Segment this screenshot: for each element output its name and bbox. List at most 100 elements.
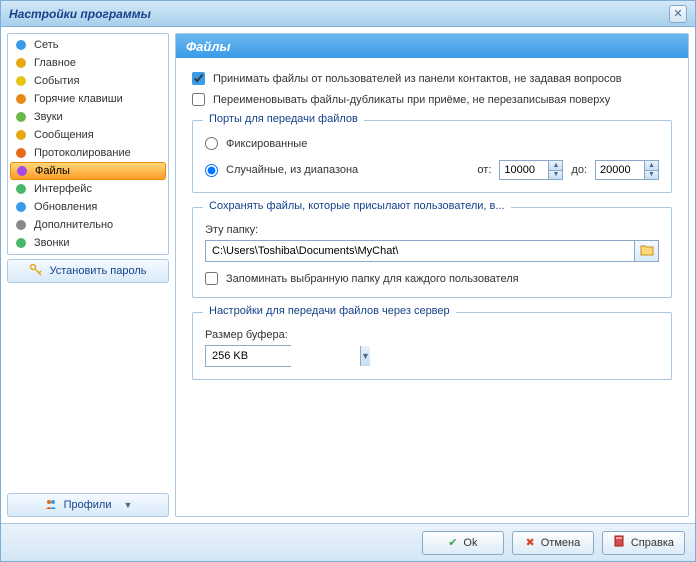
port-from-spinner: ▲ ▼ — [499, 160, 563, 180]
sidebar-item-label: Файлы — [35, 165, 70, 177]
sidebar-item-label: Сеть — [34, 39, 58, 51]
port-to-spinner: ▲ ▼ — [595, 160, 659, 180]
ports-group-title: Порты для передачи файлов — [203, 113, 364, 125]
save-folder-group-title: Сохранять файлы, которые присылают польз… — [203, 200, 511, 212]
port-from-input[interactable] — [500, 161, 548, 179]
nav-icon — [14, 38, 28, 52]
sidebar-item-label: Сообщения — [34, 129, 94, 141]
port-to-down[interactable]: ▼ — [644, 171, 658, 180]
radio-fixed[interactable] — [205, 137, 218, 150]
sidebar-item-label: Звуки — [34, 111, 63, 123]
sidebar-item-label: События — [34, 75, 79, 87]
sidebar-item-9[interactable]: Обновления — [10, 198, 166, 216]
sidebar-item-label: Главное — [34, 57, 76, 69]
help-label: Справка — [631, 537, 674, 549]
nav-icon — [14, 146, 28, 160]
ok-button[interactable]: ✔ Ok — [422, 531, 504, 555]
nav-icon — [15, 164, 29, 178]
footer: ✔ Ok ✖ Отмена Справка — [1, 523, 695, 561]
folder-icon — [640, 244, 654, 259]
remember-folder-checkbox[interactable] — [205, 272, 218, 285]
help-button[interactable]: Справка — [602, 531, 685, 555]
rename-dupes-row: Переименовывать файлы-дубликаты при приё… — [192, 93, 672, 106]
body: Сеть Главное События Горячие клавиши Звуки Со… — [1, 27, 695, 523]
accept-files-row: Принимать файлы от пользователей из пане… — [192, 72, 672, 85]
nav-icon — [14, 200, 28, 214]
sidebar-item-3[interactable]: Горячие клавиши — [10, 90, 166, 108]
sidebar-item-label: Интерфейс — [34, 183, 92, 195]
cancel-button[interactable]: ✖ Отмена — [512, 531, 594, 555]
radio-range[interactable] — [205, 164, 218, 177]
sidebar-item-label: Горячие клавиши — [34, 93, 123, 105]
close-button[interactable]: ✕ — [669, 5, 687, 23]
key-icon — [29, 263, 43, 280]
check-icon: ✔ — [448, 536, 457, 549]
nav-icon — [14, 92, 28, 106]
folder-path-row — [205, 240, 659, 262]
radio-range-row: Случайные, из диапазона от: ▲ ▼ до: — [205, 160, 659, 180]
from-label: от: — [477, 164, 491, 176]
content-body: Принимать файлы от пользователей из пане… — [176, 58, 688, 516]
profiles-label: Профили — [64, 499, 112, 511]
port-from-up[interactable]: ▲ — [548, 161, 562, 171]
nav-icon — [14, 110, 28, 124]
cancel-label: Отмена — [541, 537, 580, 549]
ok-label: Ok — [463, 537, 477, 549]
sidebar-item-label: Протоколирование — [34, 147, 131, 159]
book-icon — [613, 535, 625, 550]
rename-dupes-label: Переименовывать файлы-дубликаты при приё… — [213, 94, 610, 106]
nav-icon — [14, 236, 28, 250]
accept-files-checkbox[interactable] — [192, 72, 205, 85]
nav-icon — [14, 128, 28, 142]
sidebar-item-0[interactable]: Сеть — [10, 36, 166, 54]
sidebar-item-7[interactable]: Файлы — [10, 162, 166, 180]
sidebar-item-2[interactable]: События — [10, 72, 166, 90]
server-transfer-group-title: Настройки для передачи файлов через серв… — [203, 305, 456, 317]
nav-icon — [14, 218, 28, 232]
users-icon — [44, 497, 58, 514]
port-to-up[interactable]: ▲ — [644, 161, 658, 171]
nav-icon — [14, 74, 28, 88]
sidebar-item-10[interactable]: Дополнительно — [10, 216, 166, 234]
window-title: Настройки программы — [9, 7, 669, 21]
port-to-input[interactable] — [596, 161, 644, 179]
radio-fixed-label: Фиксированные — [226, 138, 307, 150]
nav-icon — [14, 182, 28, 196]
sidebar-item-4[interactable]: Звуки — [10, 108, 166, 126]
to-label: до: — [571, 164, 587, 176]
sidebar-item-8[interactable]: Интерфейс — [10, 180, 166, 198]
sidebar-item-5[interactable]: Сообщения — [10, 126, 166, 144]
radio-range-label: Случайные, из диапазона — [226, 164, 358, 176]
sidebar-item-label: Звонки — [34, 237, 70, 249]
nav-icon — [14, 56, 28, 70]
sidebar-item-label: Дополнительно — [34, 219, 113, 231]
buffer-size-input[interactable] — [206, 346, 360, 366]
rename-dupes-checkbox[interactable] — [192, 93, 205, 106]
set-password-label: Установить пароль — [49, 265, 146, 277]
remember-folder-row: Запоминать выбранную папку для каждого п… — [205, 272, 659, 285]
set-password-button[interactable]: Установить пароль — [7, 259, 169, 283]
sidebar-item-1[interactable]: Главное — [10, 54, 166, 72]
titlebar: Настройки программы ✕ — [1, 1, 695, 27]
server-transfer-group: Настройки для передачи файлов через серв… — [192, 312, 672, 380]
sidebar-item-6[interactable]: Протоколирование — [10, 144, 166, 162]
port-from-down[interactable]: ▼ — [548, 171, 562, 180]
chevron-down-icon: ▼ — [123, 500, 132, 510]
cross-icon: ✖ — [526, 536, 535, 549]
folder-label: Эту папку: — [205, 224, 659, 236]
chevron-down-icon[interactable]: ▼ — [360, 346, 370, 366]
profiles-button[interactable]: Профили ▼ — [7, 493, 169, 517]
browse-folder-button[interactable] — [634, 241, 658, 261]
save-folder-group: Сохранять файлы, которые присылают польз… — [192, 207, 672, 298]
content-title: Файлы — [176, 34, 688, 58]
sidebar: Сеть Главное События Горячие клавиши Звуки Со… — [7, 33, 169, 517]
remember-folder-label: Запоминать выбранную папку для каждого п… — [226, 273, 519, 285]
settings-window: Настройки программы ✕ Сеть Главное События… — [0, 0, 696, 562]
buffer-size-combo: ▼ — [205, 345, 291, 367]
accept-files-label: Принимать файлы от пользователей из пане… — [213, 73, 622, 85]
buffer-label: Размер буфера: — [205, 329, 659, 341]
ports-group: Порты для передачи файлов Фиксированные … — [192, 120, 672, 193]
nav-list: Сеть Главное События Горячие клавиши Звуки Со… — [7, 33, 169, 255]
folder-path-input[interactable] — [206, 241, 634, 261]
sidebar-item-11[interactable]: Звонки — [10, 234, 166, 252]
